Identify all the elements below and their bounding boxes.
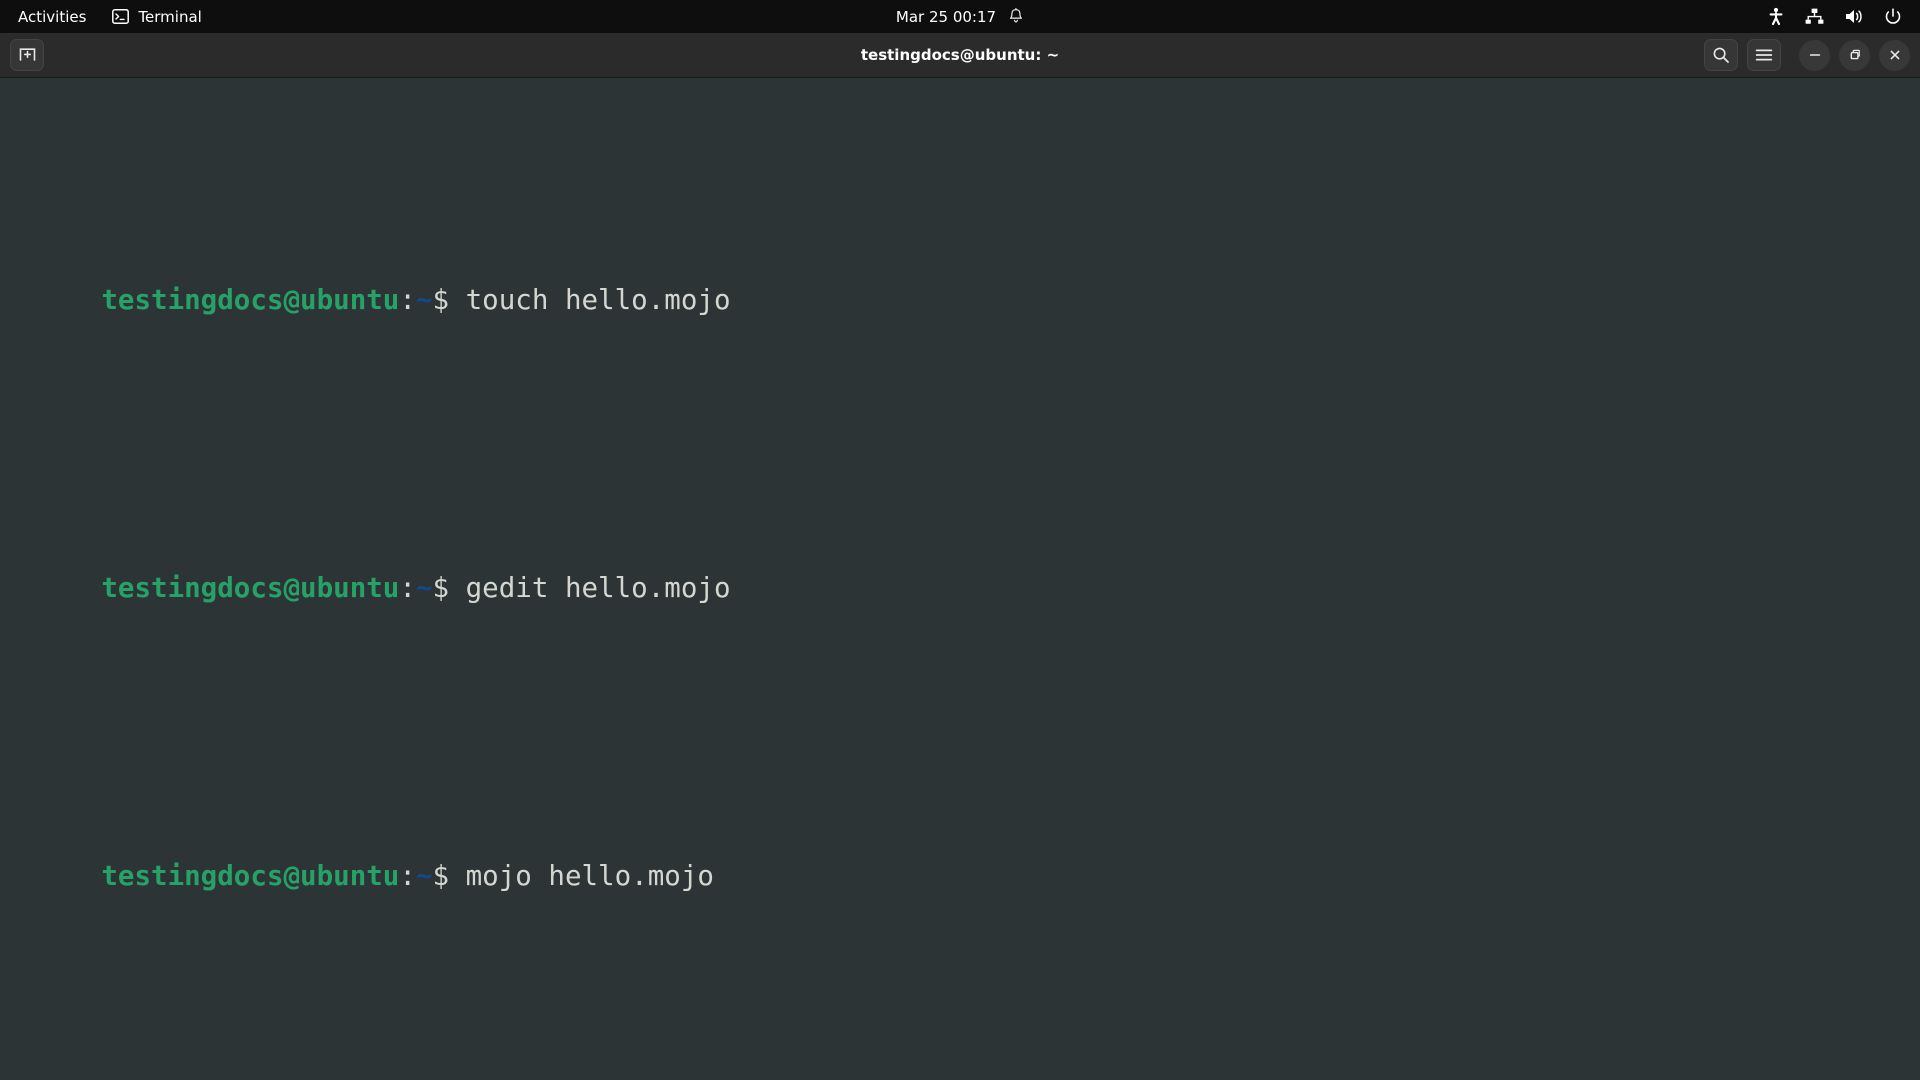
window-header-bar: testingdocs@ubuntu: ~ — [0, 33, 1920, 78]
app-menu-label: Terminal — [138, 7, 202, 26]
terminal-output-area[interactable]: testingdocs@ubuntu:~$ touch hello.mojo t… — [0, 78, 1920, 1080]
close-button[interactable] — [1879, 39, 1910, 71]
prompt-user-host: testingdocs@ubuntu — [101, 572, 400, 604]
command-touch: touch hello.mojo — [465, 284, 731, 316]
new-tab-button[interactable] — [10, 39, 44, 71]
bell-icon — [1008, 8, 1024, 25]
prompt-user-host: testingdocs@ubuntu — [101, 284, 400, 316]
header-left-controls — [10, 39, 44, 71]
power-icon[interactable] — [1884, 7, 1902, 26]
prompt-sigil: $ — [432, 284, 450, 316]
prompt-colon: : — [399, 572, 416, 604]
minimize-button[interactable] — [1799, 39, 1830, 71]
clock-area[interactable]: Mar 25 00:17 — [896, 0, 1024, 33]
terminal-window: testingdocs@ubuntu: ~ testingdocs@ubuntu… — [0, 33, 1920, 1080]
command-gedit: gedit hello.mojo — [465, 572, 731, 604]
activities-button[interactable]: Activities — [0, 0, 100, 33]
volume-icon[interactable] — [1844, 8, 1864, 25]
top-bar-left: Activities Terminal — [0, 0, 214, 33]
prompt-colon: : — [399, 860, 416, 892]
terminal-icon — [112, 9, 130, 24]
prompt-path: ~ — [415, 572, 433, 604]
terminal-line-touch: testingdocs@ubuntu:~$ touch hello.mojo — [2, 228, 1920, 372]
accessibility-icon[interactable] — [1767, 7, 1785, 26]
prompt-sigil: $ — [432, 572, 450, 604]
clock-label: Mar 25 00:17 — [895, 7, 997, 26]
terminal-line-gedit: testingdocs@ubuntu:~$ gedit hello.mojo — [2, 516, 1920, 660]
system-tray — [1767, 0, 1920, 33]
window-title: testingdocs@ubuntu: ~ — [860, 46, 1060, 64]
network-icon[interactable] — [1805, 8, 1824, 25]
command-mojo: mojo hello.mojo — [465, 860, 714, 892]
gnome-top-bar: Activities Terminal Mar 25 00:17 — [0, 0, 1920, 33]
menu-button[interactable] — [1747, 39, 1781, 71]
prompt-sigil: $ — [432, 860, 450, 892]
prompt-colon: : — [399, 284, 416, 316]
app-menu-terminal[interactable]: Terminal — [100, 0, 213, 33]
prompt-path: ~ — [415, 860, 433, 892]
prompt-path: ~ — [415, 284, 433, 316]
terminal-line-mojo: testingdocs@ubuntu:~$ mojo hello.mojo — [2, 804, 1920, 948]
search-button[interactable] — [1704, 39, 1738, 71]
prompt-user-host: testingdocs@ubuntu — [101, 860, 400, 892]
activities-label: Activities — [18, 7, 87, 26]
maximize-button[interactable] — [1839, 39, 1870, 71]
header-right-controls — [1704, 39, 1910, 71]
